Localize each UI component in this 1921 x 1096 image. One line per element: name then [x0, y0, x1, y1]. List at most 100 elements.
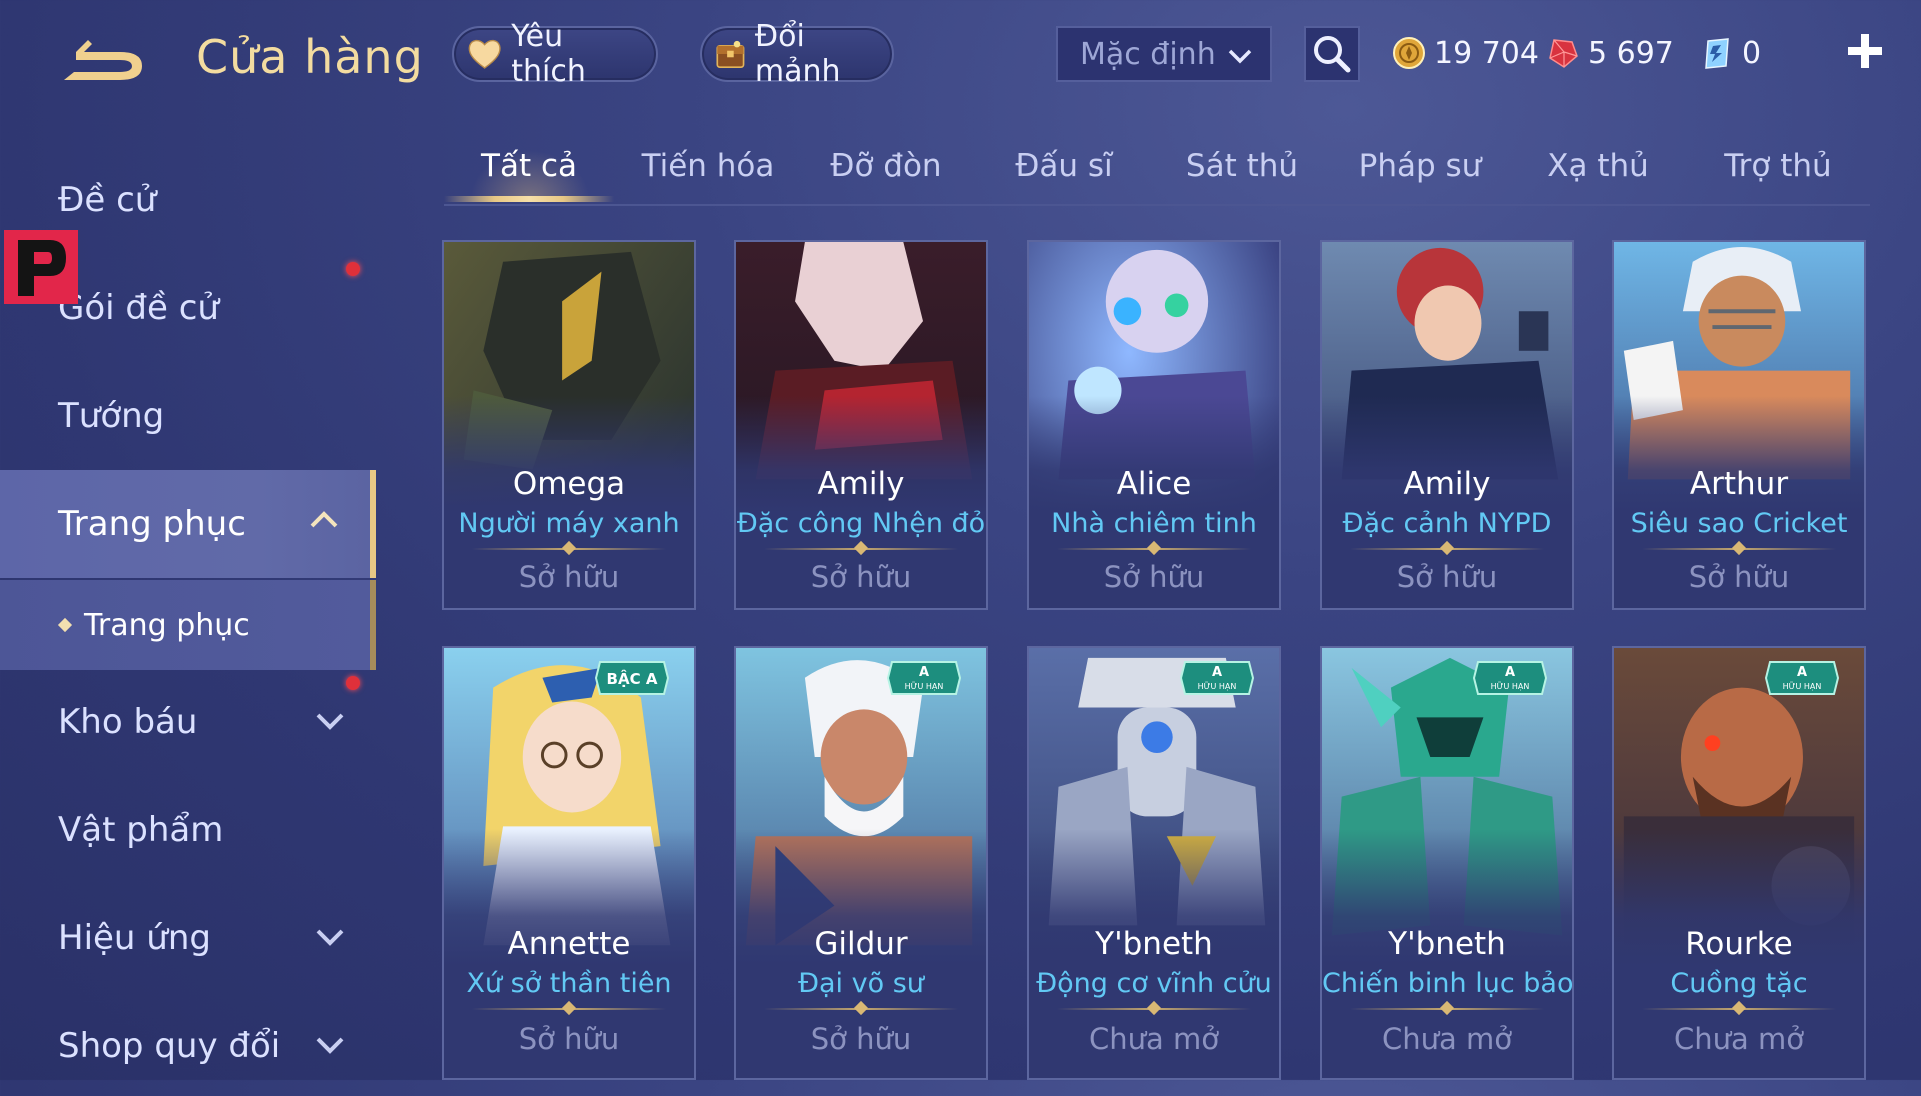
sidebar-item-treasure[interactable]: Kho báu: [0, 672, 376, 772]
skin-card[interactable]: A HỮU HẠN Rourke Cuồng tặc Chưa mở: [1612, 646, 1866, 1080]
favorite-button[interactable]: Yêu thích: [452, 19, 658, 89]
tab-tank[interactable]: Đỡ đòn: [830, 148, 941, 184]
skin-name: Cuồng tặc: [1670, 968, 1808, 999]
skin-card[interactable]: A HỮU HẠN Y'bneth Chiến binh lục bảo Chư…: [1320, 646, 1574, 1080]
card-divider: [472, 1008, 666, 1010]
skin-card[interactable]: A HỮU HẠN Y'bneth Động cơ vĩnh cửu Chưa …: [1027, 646, 1281, 1080]
sidebar-item-items[interactable]: Vật phẩm: [0, 780, 376, 880]
tab-evolution[interactable]: Tiến hóa: [642, 148, 775, 184]
ownership-status: Sở hữu: [810, 1022, 912, 1056]
heart-icon: [468, 39, 501, 69]
plus-icon[interactable]: [1840, 26, 1890, 76]
tab-fighter[interactable]: Đấu sĩ: [1015, 148, 1112, 184]
rank-badge: A HỮU HẠN: [1179, 661, 1255, 695]
ownership-status: Sở hữu: [810, 560, 912, 594]
chevron-up-icon: [310, 511, 338, 528]
skin-name: Siêu sao Cricket: [1630, 508, 1848, 539]
ownership-status: Sở hữu: [1688, 560, 1790, 594]
sidebar-item-label: Shop quy đổi: [58, 1026, 281, 1066]
tab-assassin[interactable]: Sát thủ: [1186, 148, 1298, 184]
ruby-icon: [1549, 39, 1578, 68]
hero-name: Amily: [1403, 466, 1491, 502]
card-divider: [1642, 1008, 1836, 1010]
sidebar-item-heroes[interactable]: Tướng: [0, 366, 376, 466]
tab-mage[interactable]: Pháp sư: [1359, 148, 1482, 184]
rank-badge: BẬC A: [594, 661, 670, 695]
gold-amount: 19 704: [1434, 35, 1539, 71]
ownership-status: Sở hữu: [1103, 560, 1205, 594]
ownership-status: Sở hữu: [1396, 560, 1498, 594]
skin-card[interactable]: Amily Đặc công Nhện đỏ Sở hữu: [734, 240, 988, 610]
skin-name: Người máy xanh: [458, 508, 680, 539]
page-title: Cửa hàng: [196, 30, 424, 84]
hero-name: Gildur: [814, 926, 908, 962]
voucher-icon: [1705, 38, 1729, 69]
chest-icon: [716, 40, 745, 68]
card-divider: [764, 1008, 958, 1010]
skin-name: Đại võ sư: [798, 968, 924, 999]
tab-all[interactable]: Tất cả: [481, 148, 577, 184]
active-tab-underline: [444, 196, 614, 202]
card-divider: [1057, 548, 1251, 550]
sidebar-item-label: Kho báu: [58, 702, 198, 742]
hero-name: Y'bneth: [1095, 926, 1213, 962]
sidebar-subitem-skins[interactable]: Trang phục: [0, 580, 376, 670]
sidebar-item-label: Trang phục: [58, 504, 246, 544]
ownership-status: Chưa mở: [1089, 1022, 1219, 1056]
sort-select[interactable]: Mặc định: [1056, 26, 1272, 82]
rank-badge-grade: A: [1505, 665, 1515, 680]
sidebar-item-label: Tướng: [58, 396, 165, 436]
hero-name: Annette: [507, 926, 631, 962]
rank-badge-label: BẬC A: [607, 668, 658, 688]
search-button[interactable]: [1304, 26, 1360, 82]
rank-badge-sub: HỮU HẠN: [1783, 680, 1822, 692]
hero-name: Alice: [1116, 466, 1192, 502]
card-divider: [1350, 548, 1544, 550]
app-logo-icon: [4, 230, 78, 304]
skin-card[interactable]: BẬC A Annette Xứ sở thần tiên Sở hữu: [442, 646, 696, 1080]
sort-selected-value: Mặc định: [1080, 36, 1216, 72]
ownership-status: Sở hữu: [518, 560, 620, 594]
rank-badge-grade: A: [1797, 665, 1807, 680]
back-arrow-icon[interactable]: [58, 30, 158, 90]
favorite-label: Yêu thích: [511, 19, 586, 89]
voucher-amount: 0: [1742, 35, 1762, 71]
fragment-label: Đổi mảnh: [754, 19, 841, 89]
rank-badge: A HỮU HẠN: [886, 661, 962, 695]
skin-card[interactable]: Arthur Siêu sao Cricket Sở hữu: [1612, 240, 1866, 610]
tab-marksman[interactable]: Xạ thủ: [1547, 148, 1649, 184]
top-bar: Cửa hàng Yêu thích Đổi mảnh Mặc định 19 …: [0, 0, 1921, 110]
sidebar-subitem-label: Trang phục: [84, 607, 250, 643]
rank-badge-grade: A: [1212, 665, 1222, 680]
sidebar-item-effects[interactable]: Hiệu ứng: [0, 888, 376, 988]
gold-currency: 19 704: [1392, 28, 1539, 78]
skin-card[interactable]: A HỮU HẠN Gildur Đại võ sư Sở hữu: [734, 646, 988, 1080]
rank-badge-sub: HỮU HẠN: [905, 680, 944, 692]
skin-card[interactable]: Alice Nhà chiêm tinh Sở hữu: [1027, 240, 1281, 610]
sidebar-item-skins[interactable]: Trang phục: [0, 470, 376, 578]
sidebar-item-exchange-shop[interactable]: Shop quy đổi: [0, 996, 376, 1096]
sidebar-item-label: Đề cử: [58, 180, 157, 220]
skin-name: Đặc công Nhện đỏ: [736, 508, 986, 539]
hero-name: Rourke: [1685, 926, 1793, 962]
card-divider: [472, 548, 666, 550]
ownership-status: Chưa mở: [1382, 1022, 1512, 1056]
hero-name: Y'bneth: [1388, 926, 1506, 962]
skin-card[interactable]: Omega Người máy xanh Sở hữu: [442, 240, 696, 610]
ruby-amount: 5 697: [1588, 35, 1674, 71]
fragment-exchange-button[interactable]: Đổi mảnh: [700, 19, 894, 89]
ownership-status: Sở hữu: [518, 1022, 620, 1056]
ruby-currency: 5 697: [1546, 28, 1674, 78]
card-divider: [1642, 548, 1836, 550]
card-divider: [1350, 1008, 1544, 1010]
sidebar-item-label: Gói đề cử: [58, 288, 219, 328]
sidebar: Đề cử Gói đề cử Tướng Trang phục Trang p…: [0, 110, 376, 1080]
sidebar-item-label: Vật phẩm: [58, 810, 224, 850]
skin-card[interactable]: Amily Đặc cảnh NYPD Sở hữu: [1320, 240, 1574, 610]
rank-badge-grade: A: [919, 665, 929, 680]
skin-name: Chiến binh lục bảo: [1322, 968, 1574, 999]
bullet-icon: [57, 617, 73, 633]
chevron-down-icon: [316, 1037, 344, 1054]
tab-support[interactable]: Trợ thủ: [1724, 148, 1831, 184]
card-divider: [1057, 1008, 1251, 1010]
